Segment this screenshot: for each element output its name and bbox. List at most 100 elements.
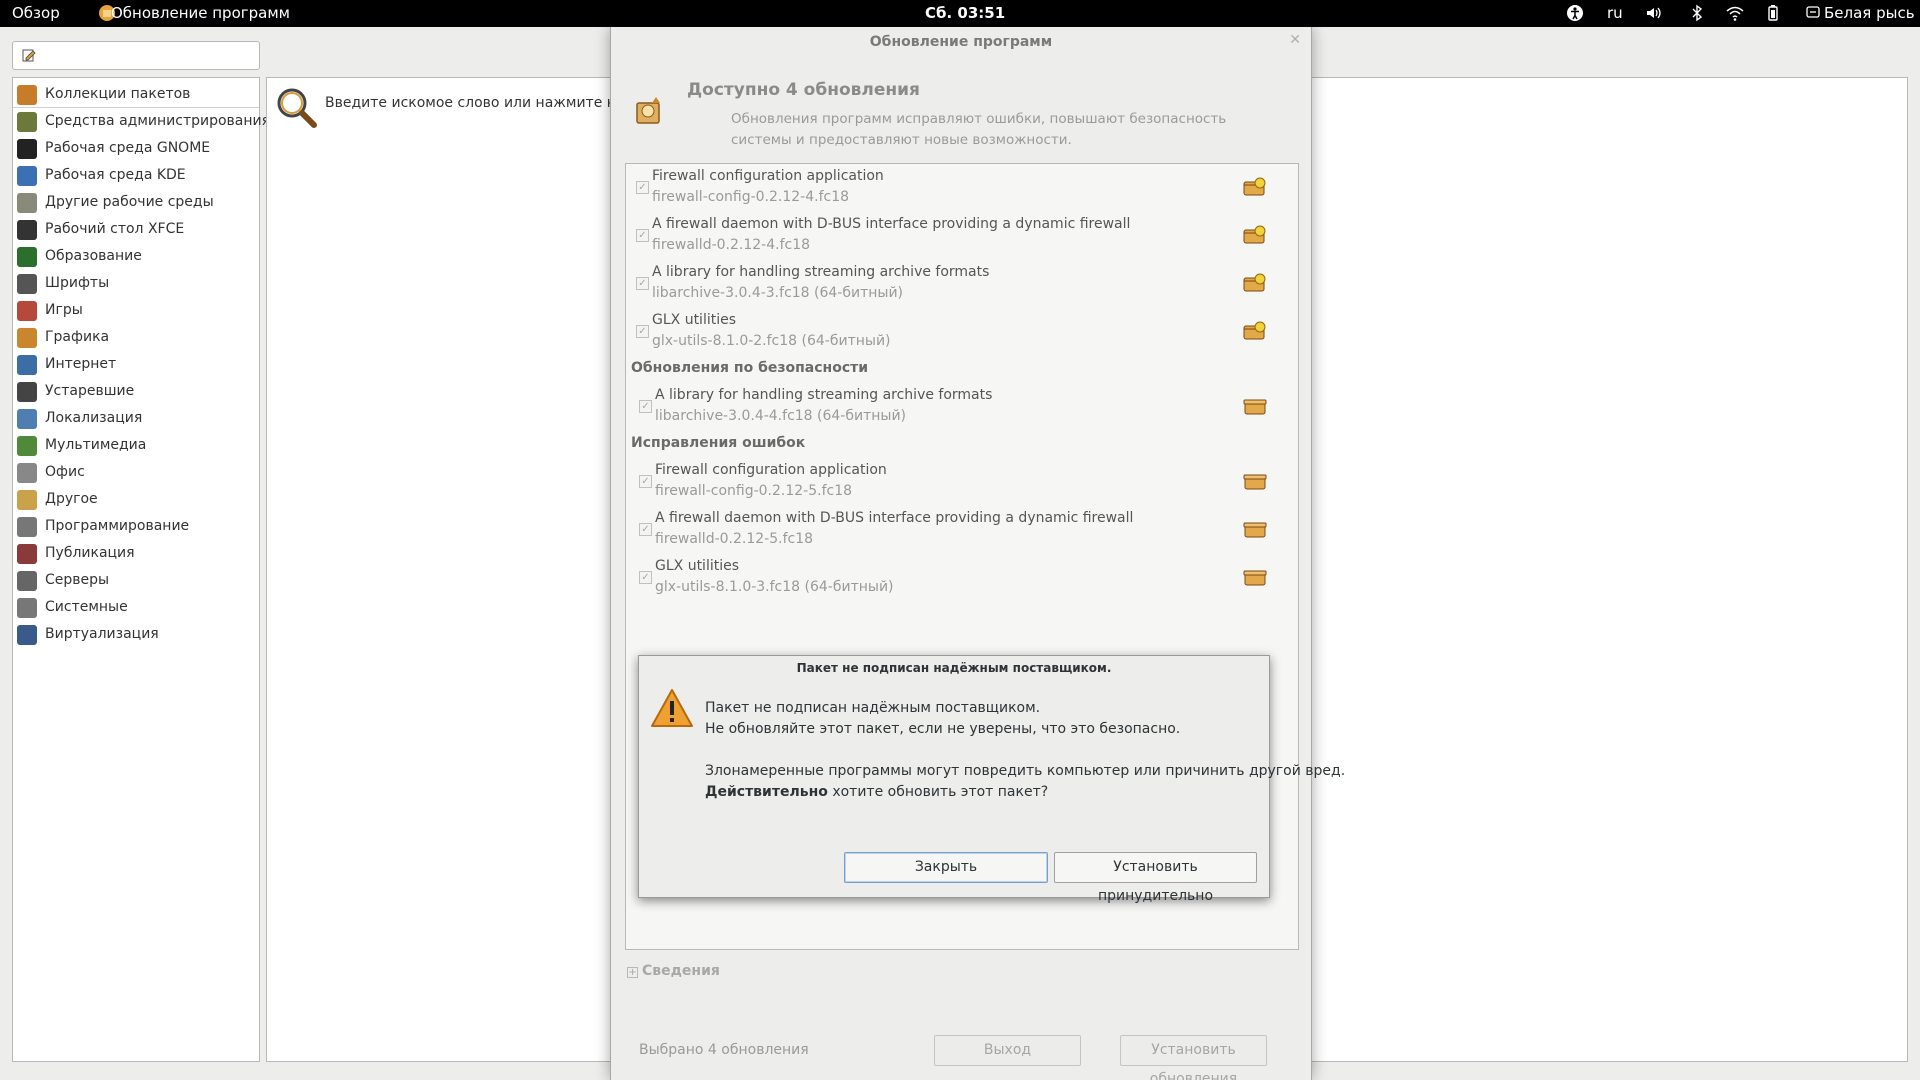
update-row[interactable]: ✓ A library for handling streaming archiv… [626,260,1298,306]
section-header: Обновления по безопасности [631,360,869,376]
update-package: firewalld-0.2.12-4.fc18 [652,237,811,253]
user-menu[interactable]: Белая рысь [1824,0,1915,27]
update-row[interactable]: ✓ Firewall configuration application firew… [626,164,1298,210]
exit-button[interactable]: Выход [934,1035,1081,1066]
update-checkbox[interactable]: ✓ [639,523,652,536]
top-bar: Обзор Обновление программ Сб. 03:51 ru Б… [0,0,1920,27]
sidebar-item[interactable]: Публикация [13,541,259,567]
update-checkbox[interactable]: ✓ [639,400,652,413]
gnome-foot-icon [17,139,37,159]
wifi-icon[interactable] [1726,4,1744,22]
sidebar-item[interactable]: Средства администрирования [13,109,270,135]
sidebar-item-label: Образование [45,248,142,264]
security-package-icon [1242,395,1268,417]
selected-count: Выбрано 4 обновления [639,1042,809,1058]
games-icon [17,301,37,321]
update-row[interactable]: ✓ A library for handling streaming archiv… [626,383,1298,429]
dialog-title: Обновление программ [869,34,1053,50]
sidebar-item[interactable]: Системные [13,595,259,621]
update-package: glx-utils-8.1.0-3.fc18 (64-битный) [655,579,894,595]
section-header: Исправления ошибок [631,435,806,451]
sidebar-item-label: Публикация [45,545,135,561]
sidebar-item-label: Офис [45,464,85,480]
app-menu-label[interactable]: Обновление программ [111,0,290,27]
bugfix-package-icon [1242,518,1268,540]
update-checkbox[interactable]: ✓ [639,475,652,488]
sidebar-item[interactable]: Мультимедиа [13,433,259,459]
update-checkbox[interactable]: ✓ [636,277,649,290]
other-box-icon [17,490,37,510]
sidebar-item-label: Коллекции пакетов [45,86,191,102]
sidebar-item[interactable]: Виртуализация [13,622,259,648]
magnifier-icon [273,84,321,132]
volume-icon[interactable] [1645,4,1663,22]
sidebar-item-label: Программирование [45,518,190,534]
update-checkbox[interactable]: ✓ [636,325,649,338]
internet-globe-icon [17,355,37,375]
update-row[interactable]: ✓ A firewall daemon with D-BUS interface … [626,212,1298,258]
force-install-button[interactable]: Установить принудительно [1054,852,1257,904]
multimedia-icon [17,436,37,456]
untrusted-package-alert: Пакет не подписан надёжным поставщиком. … [638,655,1345,904]
bluetooth-icon[interactable] [1688,4,1706,22]
sidebar-item[interactable]: Программирование [13,514,259,540]
sidebar-item[interactable]: Графика [13,325,259,351]
update-dialog: Обновление программ ✕ Доступно 4 обновле… [610,27,1312,1080]
update-row[interactable]: ✓ GLX utilities glx-utils-8.1.0-3.fc18 (64… [626,554,1298,600]
sidebar-item-label: Рабочая среда GNOME [45,140,211,156]
sidebar-item[interactable]: Другое [13,487,259,513]
details-expander[interactable]: + Сведения [627,963,720,979]
update-row[interactable]: ✓ A firewall daemon with D-BUS interface … [626,506,1298,552]
search-input[interactable] [12,41,260,70]
update-package: libarchive-3.0.4-4.fc18 (64-битный) [655,408,907,424]
sidebar-item[interactable]: Коллекции пакетов [13,82,259,108]
sidebar-item[interactable]: Игры [13,298,259,324]
sidebar-item[interactable]: Офис [13,460,259,486]
sidebar-item[interactable]: Рабочая среда GNOME [13,136,259,162]
sidebar-item[interactable]: Интернет [13,352,259,378]
xfce-mouse-icon [17,220,37,240]
alert-question: хотите обновить этот пакет? [827,784,1049,800]
accessibility-icon[interactable] [1566,4,1584,22]
sidebar-item-label: Интернет [45,356,117,372]
install-updates-button[interactable]: Установить обновления [1120,1035,1267,1080]
other-desktops-icon [17,193,37,213]
update-row[interactable]: ✓ Firewall configuration application firew… [626,458,1298,504]
floppy-icon [17,382,37,402]
sidebar-item-label: Системные [45,599,128,615]
alert-emphasis: Действительно [705,784,828,800]
update-checkbox[interactable]: ✓ [639,571,652,584]
kde-icon [17,166,37,186]
enhancement-package-icon [1242,320,1268,342]
battery-icon[interactable] [1764,4,1782,22]
keyboard-layout-indicator[interactable]: ru [1607,0,1623,27]
sidebar-item[interactable]: Образование [13,244,259,270]
sidebar-item[interactable]: Серверы [13,568,259,594]
sidebar-item[interactable]: Шрифты [13,271,259,297]
close-button[interactable]: Закрыть [844,852,1048,883]
update-row[interactable]: ✓ GLX utilities glx-utils-8.1.0-2.fc18 (64… [626,308,1298,354]
enhancement-package-icon [1242,224,1268,246]
user-status-icon[interactable] [1806,5,1820,19]
close-icon[interactable]: ✕ [1289,32,1301,48]
update-checkbox[interactable]: ✓ [636,229,649,242]
sidebar-item-label: Мультимедиа [45,437,147,453]
sidebar-item[interactable]: Другие рабочие среды [13,190,259,216]
update-summary: GLX utilities [652,312,737,328]
programming-icon [17,517,37,537]
sidebar-item[interactable]: Рабочий стол XFCE [13,217,259,243]
update-checkbox[interactable]: ✓ [636,181,649,194]
clock[interactable]: Сб. 03:51 [925,0,1005,27]
activities-button[interactable]: Обзор [12,0,60,27]
expand-icon: + [627,967,638,978]
update-summary: A library for handling streaming archive… [655,387,993,403]
system-gear-icon [17,598,37,618]
sidebar-item-label: Другое [45,491,98,507]
sidebar-item[interactable]: Рабочая среда KDE [13,163,259,189]
sidebar-item[interactable]: Локализация [13,406,259,432]
dialog-heading: Доступно 4 обновления [687,80,920,100]
update-package: firewall-config-0.2.12-4.fc18 [652,189,850,205]
sidebar-item-label: Шрифты [45,275,110,291]
sidebar-item[interactable]: Устаревшие [13,379,259,405]
alert-title: Пакет не подписан надёжным поставщиком. [796,661,1112,675]
